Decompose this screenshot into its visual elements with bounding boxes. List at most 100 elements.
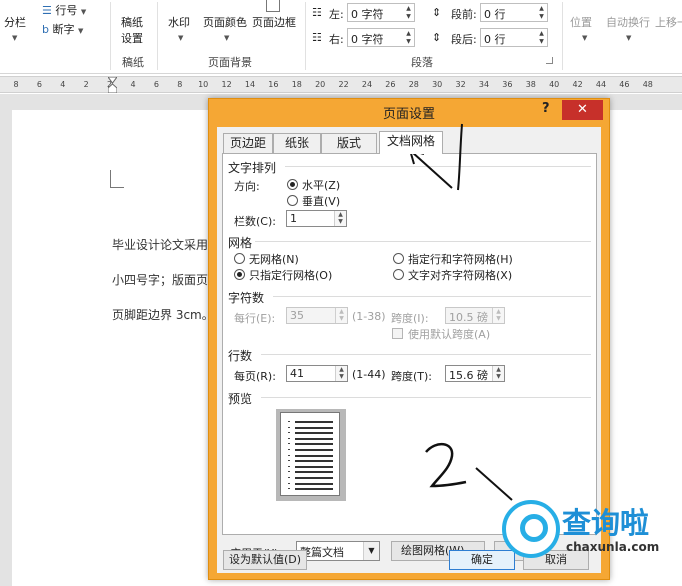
spin-arrows-icon[interactable]: ▲ ▼ — [492, 366, 504, 381]
page-color-button[interactable]: 页面颜色 — [203, 14, 247, 30]
snap-to-char-label: 文字对齐字符网格(X) — [408, 269, 513, 282]
spin-down-icon[interactable]: ▼ — [404, 38, 413, 46]
indent-marker-icon[interactable] — [108, 77, 117, 93]
watermark-circle — [502, 500, 560, 558]
preview-line-number-mark — [288, 488, 290, 490]
indent-right-icon: ☷ — [312, 31, 322, 44]
columns-input[interactable]: 1 ▲ ▼ — [286, 210, 347, 227]
horizontal-radio[interactable] — [287, 179, 298, 190]
chars-range-label: (1-38) — [352, 310, 386, 323]
space-after-input[interactable]: 0 行 ▲ ▼ — [480, 28, 548, 47]
preview-line-number-mark — [288, 460, 290, 462]
spin-arrows-icon[interactable]: ▲ ▼ — [335, 366, 347, 381]
document-grid-panel: 文字排列 方向: 水平(Z) 垂直(V) 栏数(C): 1 ▲ ▼ 网格 无网格(… — [222, 153, 597, 535]
no-grid-radio[interactable] — [234, 253, 245, 264]
ruler-tick: 46 — [619, 80, 630, 89]
preview-text-line — [295, 426, 333, 429]
line-numbers-button[interactable]: ☰ 行号 ▼ — [42, 2, 86, 18]
preview-thumbnail — [276, 409, 346, 501]
bring-forward-button[interactable]: 上移一 — [655, 14, 682, 30]
space-before-input[interactable]: 0 行 ▲ ▼ — [480, 3, 548, 22]
preview-line-number-mark — [288, 421, 290, 422]
tab-layout[interactable]: 版式 — [321, 133, 377, 153]
grid-title: 网格 — [228, 236, 253, 250]
ruler-tick: 8 — [177, 80, 183, 89]
spin-down-icon[interactable]: ▼ — [537, 38, 546, 46]
lines-title: 行数 — [228, 349, 253, 363]
spin-arrows-icon[interactable]: ▲ ▼ — [334, 211, 346, 226]
ruler-tick: 8 — [13, 80, 19, 89]
spin-up-icon[interactable]: ▲ — [537, 30, 546, 38]
line-grid-only-radio[interactable] — [234, 269, 245, 280]
chars-per-line-input[interactable]: 35 ▲ ▼ — [286, 307, 348, 324]
use-default-pitch-checkbox[interactable] — [392, 328, 403, 339]
page-borders-icon — [266, 0, 280, 12]
preview-line-number-mark — [288, 477, 290, 478]
ruler-tick: 4 — [60, 80, 66, 89]
lines-per-page-label: 每页(R): — [234, 370, 276, 383]
lines-per-page-input[interactable]: 41 ▲ ▼ — [286, 365, 348, 382]
columns-button[interactable]: 分栏 — [4, 14, 26, 30]
ruler-tick: 40 — [549, 80, 560, 89]
char-line-grid-radio[interactable] — [393, 253, 404, 264]
page-borders-button[interactable]: 页面边框 — [252, 14, 296, 30]
document-line-1: 毕业设计论文采用 — [112, 238, 209, 252]
section-divider — [273, 296, 591, 297]
spin-up-icon[interactable]: ▲ — [404, 30, 413, 38]
tab-margins[interactable]: 页边距 — [223, 133, 273, 153]
vertical-label: 垂直(V) — [302, 195, 341, 208]
spin-down-icon[interactable]: ▼ — [537, 13, 546, 21]
char-pitch-input[interactable]: 10.5 磅 ▲ ▼ — [445, 307, 505, 324]
horizontal-ruler[interactable]: 8 6 4 2 2 4 6 8 10 12 14 16 18 20 22 24 26 28 30 32 34 36 38 40… — [0, 76, 682, 93]
chevron-down-icon: ▼ — [224, 34, 230, 42]
position-button[interactable]: 位置 — [570, 14, 592, 30]
space-after-value: 0 行 — [484, 33, 506, 46]
tab-paper-label: 纸张 — [284, 136, 309, 150]
spin-arrows-icon[interactable]: ▲ ▼ — [335, 308, 347, 323]
help-button[interactable]: ? — [542, 101, 550, 116]
ruler-tick: 6 — [36, 80, 42, 89]
wrap-text-button[interactable]: 自动换行 — [606, 14, 650, 30]
indent-right-label: 右: — [329, 33, 344, 46]
snap-to-char-radio[interactable] — [393, 269, 404, 280]
indent-left-input[interactable]: 0 字符 ▲ ▼ — [347, 3, 415, 22]
set-default-label: 设为默认值(D) — [228, 553, 302, 566]
preview-text-line — [295, 443, 333, 446]
paper-group-label: 稿纸 — [122, 56, 144, 69]
tab-paper[interactable]: 纸张 — [273, 133, 321, 153]
hyphenation-button[interactable]: b 断字 ▼ — [42, 21, 83, 37]
spin-down-icon[interactable]: ▼ — [404, 13, 413, 21]
line-pitch-input[interactable]: 15.6 磅 ▲ ▼ — [445, 365, 505, 382]
ruler-tick: 38 — [525, 80, 536, 89]
watermark-button[interactable]: 水印 — [168, 14, 190, 30]
ruler-tick: 30 — [432, 80, 443, 89]
indent-left-icon: ☷ — [312, 6, 322, 19]
tab-document-grid[interactable]: 文档网格 — [379, 131, 443, 154]
ruler-tick: 26 — [385, 80, 396, 89]
vertical-radio[interactable] — [287, 195, 298, 206]
spin-up-icon[interactable]: ▲ — [537, 5, 546, 13]
set-default-button[interactable]: 设为默认值(D) — [223, 550, 307, 570]
preview-line-number-mark — [288, 482, 290, 484]
space-before-icon: ⇕ — [432, 6, 442, 19]
indent-left-label: 左: — [329, 8, 344, 21]
apply-to-select[interactable]: 整篇文档 ▼ — [296, 541, 380, 561]
close-button[interactable]: ✕ — [562, 100, 603, 120]
characters-title: 字符数 — [228, 291, 265, 305]
paper-settings-button[interactable]: 稿纸 设置 — [121, 14, 143, 46]
space-before-label: 段前: — [451, 8, 477, 21]
indent-right-input[interactable]: 0 字符 ▲ ▼ — [347, 28, 415, 47]
chevron-down-icon: ▼ — [626, 34, 632, 42]
spin-arrows-icon[interactable]: ▲ ▼ — [492, 308, 504, 323]
preview-text-line — [295, 432, 333, 435]
char-pitch-label: 跨度(I): — [391, 312, 429, 325]
paragraph-dialog-launcher-icon[interactable] — [546, 57, 553, 64]
ruler-tick: 48 — [642, 80, 653, 89]
spin-up-icon[interactable]: ▲ — [404, 5, 413, 13]
ok-label: 确定 — [471, 553, 493, 566]
char-pitch-value: 10.5 磅 — [449, 311, 488, 324]
horizontal-label: 水平(Z) — [302, 179, 341, 192]
preview-line-number-mark — [288, 465, 290, 467]
section-divider — [285, 166, 591, 167]
chars-per-line-value: 35 — [290, 309, 304, 322]
